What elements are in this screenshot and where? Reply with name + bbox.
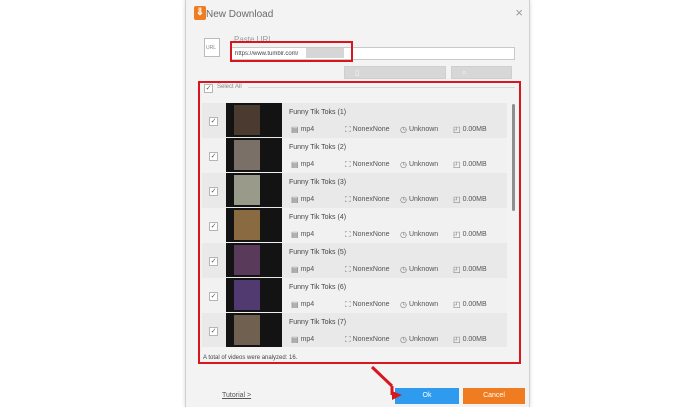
url-icon-text: URL [206, 45, 217, 51]
new-download-dialog: ⇓ New Download × URL Paste URL ▯ ⌕ ✓ Sel… [185, 0, 530, 407]
download-logo-icon: ⇓ [194, 6, 206, 20]
search-button[interactable]: ⌕ [451, 66, 512, 79]
footer: Tutorial > Ok Cancel [186, 386, 529, 407]
cancel-button[interactable]: Cancel [463, 388, 525, 404]
video-list-highlight-box [198, 81, 521, 364]
page-icon: ▯ [355, 68, 360, 77]
tutorial-link[interactable]: Tutorial > [222, 392, 251, 399]
dialog-title: New Download [206, 9, 274, 20]
title-bar: ⇓ New Download × [186, 0, 529, 26]
url-icon: URL [201, 38, 220, 62]
url-highlight-box [230, 41, 353, 62]
analyze-button[interactable]: ▯ [344, 66, 446, 79]
close-button[interactable]: × [515, 6, 523, 20]
search-icon: ⌕ [462, 68, 467, 77]
ok-button[interactable]: Ok [395, 388, 459, 404]
